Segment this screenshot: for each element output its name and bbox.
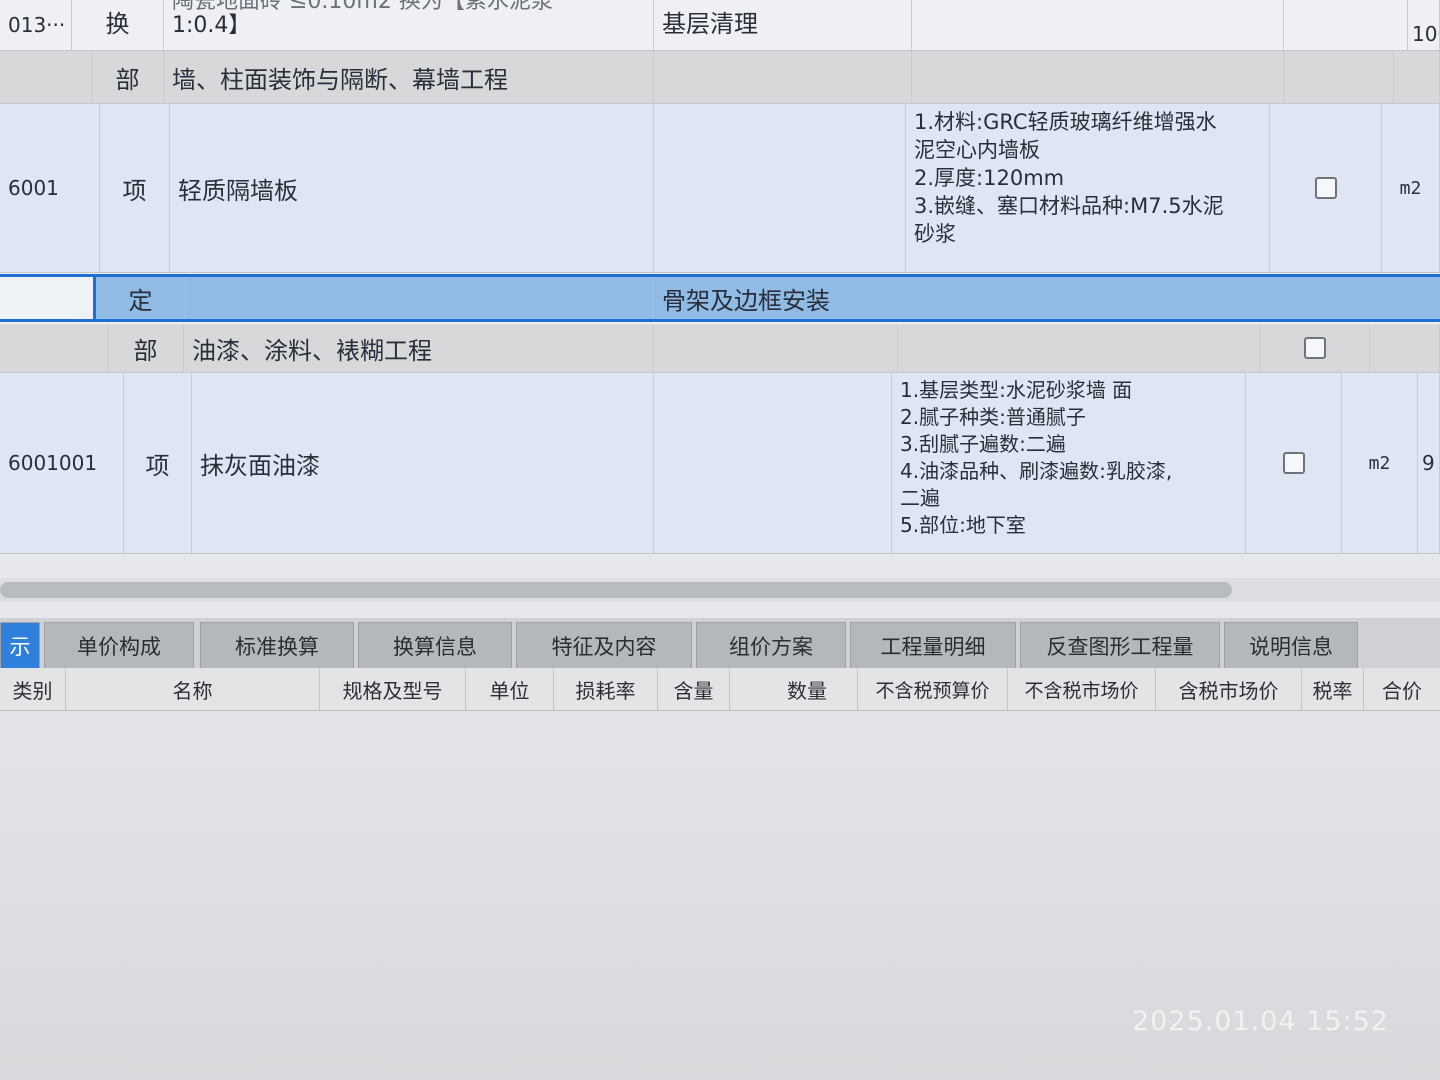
name-cell[interactable]: 陶瓷地面砖 ≤0.10m2 换为【素水泥浆 1:0.4】 <box>164 0 654 50</box>
code-cell: 6001 <box>0 104 100 272</box>
column-header[interactable]: 名称 <box>66 668 320 710</box>
feature-line: 3.嵌缝、塞口材料品种:M7.5水泥 <box>914 194 1224 218</box>
table-row[interactable]: 部 油漆、涂料、裱糊工程 <box>0 324 1440 373</box>
quantity-cell: 9 <box>1418 373 1440 553</box>
feature-line: 二遍 <box>900 486 940 510</box>
content-cell <box>654 104 906 272</box>
name-cell: 油漆、涂料、裱糊工程 <box>184 324 654 372</box>
name-line: 1:0.4】 <box>172 13 251 38</box>
feature-cell <box>912 51 1284 103</box>
feature-line: 泥空心内墙板 <box>914 138 1040 162</box>
tab-unit-price[interactable]: 单价构成 <box>44 622 194 668</box>
photo-timestamp: 2025.01.04 15:52 <box>1132 1006 1389 1037</box>
column-header[interactable]: 税率 <box>1302 668 1364 710</box>
feature-cell[interactable]: 1.材料:GRC轻质玻璃纤维增强水 泥空心内墙板 2.厚度:120mm 3.嵌缝… <box>906 104 1270 272</box>
detail-tabbar: 示 单价构成 标准换算 换算信息 特征及内容 组价方案 工程量明细 反查图形工程… <box>0 618 1440 670</box>
scrollbar-thumb[interactable] <box>0 582 1232 598</box>
quantity-cell: 100 <box>1408 0 1440 50</box>
table-row[interactable]: 6001001 项 抹灰面油漆 1.基层类型:水泥砂浆墙 面 2.腻子种类:普通… <box>0 373 1440 554</box>
name-cell: 墙、柱面装饰与隔断、幕墙工程 <box>164 51 654 103</box>
column-header[interactable]: 含税市场价 <box>1156 668 1302 710</box>
check-cell[interactable] <box>1260 324 1370 372</box>
check-cell[interactable] <box>1284 51 1394 103</box>
name-cell: 轻质隔墙板 <box>170 104 654 272</box>
feature-line: 5.部位:地下室 <box>900 513 1026 537</box>
type-cell: 项 <box>124 373 192 553</box>
table-row[interactable]: 部 墙、柱面装饰与隔断、幕墙工程 <box>0 51 1440 104</box>
unit-cell <box>1394 51 1440 103</box>
column-header[interactable]: 规格及型号 <box>320 668 466 710</box>
screen: 013··· 换 陶瓷地面砖 ≤0.10m2 换为【素水泥浆 1:0.4】 基层… <box>0 0 1440 1080</box>
tab-features-content[interactable]: 特征及内容 <box>516 622 692 668</box>
unit-cell <box>1370 324 1440 372</box>
feature-cell[interactable]: 1.基层类型:水泥砂浆墙 面 2.腻子种类:普通腻子 3.刮腻子遍数:二遍 4.… <box>892 373 1246 553</box>
code-cell <box>0 324 108 372</box>
column-header[interactable]: 单位 <box>466 668 554 710</box>
feature-line: 2.腻子种类:普通腻子 <box>900 405 1086 429</box>
content-cell <box>654 51 912 103</box>
feature-line: 4.油漆品种、刷漆遍数:乳胶漆, <box>900 459 1173 483</box>
content-cell: 骨架及边框安装 <box>662 286 830 315</box>
content-cell <box>654 373 892 553</box>
column-header[interactable]: 不含税预算价 <box>858 668 1008 710</box>
feature-cell <box>912 0 1284 50</box>
horizontal-scrollbar[interactable] <box>0 578 1440 602</box>
checkbox[interactable] <box>1282 452 1305 474</box>
column-header[interactable]: 不含税市场价 <box>1008 668 1156 710</box>
checkbox[interactable] <box>1314 177 1337 199</box>
column-header[interactable]: 类别 <box>0 668 66 710</box>
tab-conversion-info[interactable]: 换算信息 <box>358 622 512 668</box>
type-cell: 部 <box>108 324 184 372</box>
detail-grid-header: 类别 名称 规格及型号 单位 损耗率 含量 数量 不含税预算价 不含税市场价 含… <box>0 668 1440 711</box>
content-cell <box>654 324 898 372</box>
feature-line: 1.材料:GRC轻质玻璃纤维增强水 <box>914 110 1217 134</box>
feature-line: 2.厚度:120mm <box>914 166 1065 190</box>
column-header[interactable]: 含量 <box>658 668 730 710</box>
table-row-selected[interactable]: 定 骨架及边框安装 <box>0 274 1440 322</box>
check-cell[interactable] <box>1270 104 1382 272</box>
type-cell: 定 <box>96 277 186 319</box>
content-cell: 基层清理 <box>654 0 912 50</box>
column-header[interactable]: 合价 <box>1364 668 1440 710</box>
feature-line: 1.基层类型:水泥砂浆墙 面 <box>900 378 1133 402</box>
code-cell <box>0 51 92 103</box>
tab-standard-conversion[interactable]: 标准换算 <box>200 622 354 668</box>
feature-line: 砂浆 <box>914 222 956 246</box>
tab-quantity-details[interactable]: 工程量明细 <box>850 622 1016 668</box>
unit-cell: m2 <box>1382 104 1440 272</box>
code-cell: 013··· <box>0 0 72 50</box>
tab-pricing-scheme[interactable]: 组价方案 <box>696 622 846 668</box>
table-row[interactable]: 013··· 换 陶瓷地面砖 ≤0.10m2 换为【素水泥浆 1:0.4】 基层… <box>0 0 1440 51</box>
type-cell: 换 <box>72 0 164 50</box>
name-cell <box>186 277 654 319</box>
checkbox[interactable] <box>1303 337 1326 359</box>
column-header[interactable]: 损耗率 <box>554 668 658 710</box>
unit-cell: m2 <box>1342 373 1418 553</box>
tab-description[interactable]: 说明信息 <box>1224 622 1358 668</box>
feature-cell <box>898 324 1260 372</box>
name-line: 陶瓷地面砖 ≤0.10m2 换为【素水泥浆 <box>172 0 553 14</box>
type-cell: 部 <box>92 51 164 103</box>
column-header[interactable]: 数量 <box>730 668 858 710</box>
feature-line: 3.刮腻子遍数:二遍 <box>900 432 1066 456</box>
tab-materials[interactable]: 示 <box>0 622 40 668</box>
tab-graphic-quantity[interactable]: 反查图形工程量 <box>1020 622 1220 668</box>
name-cell: 抹灰面油漆 <box>192 373 654 553</box>
bill-grid: 013··· 换 陶瓷地面砖 ≤0.10m2 换为【素水泥浆 1:0.4】 基层… <box>0 0 1440 555</box>
table-row[interactable]: 6001 项 轻质隔墙板 1.材料:GRC轻质玻璃纤维增强水 泥空心内墙板 2.… <box>0 104 1440 273</box>
check-cell[interactable] <box>1246 373 1342 553</box>
code-cell <box>0 277 96 319</box>
type-cell: 项 <box>100 104 170 272</box>
code-cell: 6001001 <box>0 373 124 553</box>
check-cell <box>1284 0 1408 50</box>
